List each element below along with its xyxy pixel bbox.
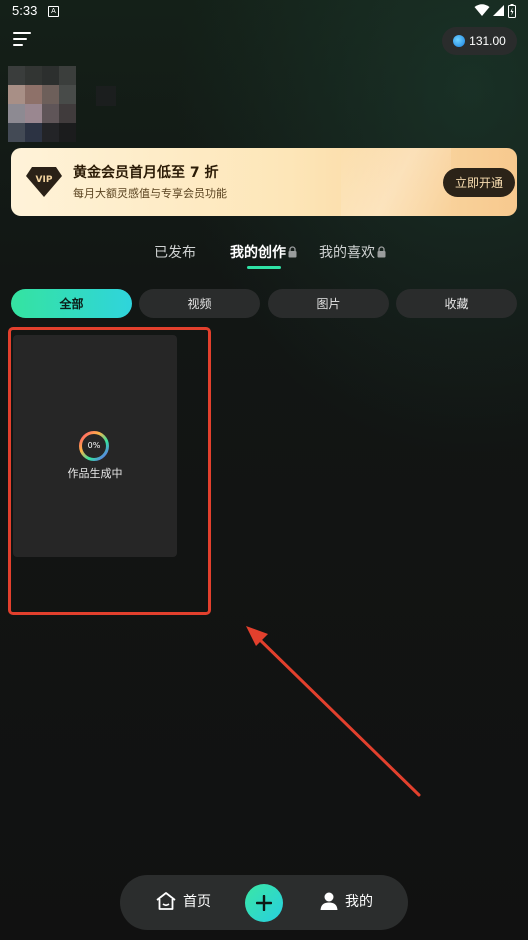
notification-app-icon: A [48,6,59,17]
user-icon [320,892,338,910]
filter-video[interactable]: 视频 [139,289,260,318]
filter-favorites[interactable]: 收藏 [396,289,517,318]
lock-icon [377,246,386,258]
nav-home[interactable]: 首页 [155,891,211,911]
nav-mine-label: 我的 [345,894,373,910]
home-icon [156,892,176,910]
wifi-icon [474,4,490,16]
vip-promo-banner[interactable]: VIP 黄金会员首月低至 7 折 每月大额灵感值与专享会员功能 立即开通 [11,148,517,216]
vip-subtitle: 每月大额灵感值与专享会员功能 [73,187,227,200]
coin-balance-pill[interactable]: 131.00 [442,27,517,55]
tab-published[interactable]: 已发布 [154,242,196,262]
vip-badge-text: VIP [36,175,53,185]
avatar[interactable] [8,66,76,142]
nav-home-label: 首页 [183,894,211,910]
bottom-nav: 首页 我的 [120,875,408,930]
filter-chips: 全部 视频 图片 收藏 [11,289,517,318]
banner-shine [341,148,451,216]
app-screen: 5:33 A 131.00 VIP 黄金会员首月低至 7 折 每月大额灵感值与专… [0,0,528,940]
create-button[interactable] [245,884,283,922]
tab-my-creations[interactable]: 我的创作 [230,242,298,262]
lock-icon [288,246,297,258]
username-blur [96,86,116,106]
tab-my-likes[interactable]: 我的喜欢 [319,242,387,262]
tab-label: 我的喜欢 [319,245,375,261]
active-tab-indicator [247,266,281,269]
vip-open-button[interactable]: 立即开通 [443,168,515,197]
vip-diamond-icon: VIP [26,167,62,197]
tab-label: 我的创作 [230,245,286,261]
annotation-highlight-box [8,327,211,615]
coin-balance-value: 131.00 [469,34,506,48]
inspiration-coin-icon [453,35,466,47]
content-tabs: 已发布 我的创作 我的喜欢 [0,240,528,274]
filter-image[interactable]: 图片 [268,289,389,318]
menu-icon[interactable] [13,32,33,50]
battery-icon [508,4,516,18]
signal-icon [493,5,504,16]
plus-icon [256,895,272,911]
vip-title: 黄金会员首月低至 7 折 [73,165,219,181]
status-bar: 5:33 A [0,0,528,26]
nav-mine[interactable]: 我的 [319,891,373,911]
status-time: 5:33 [12,3,38,18]
filter-all[interactable]: 全部 [11,289,132,318]
tab-label: 已发布 [154,245,196,261]
